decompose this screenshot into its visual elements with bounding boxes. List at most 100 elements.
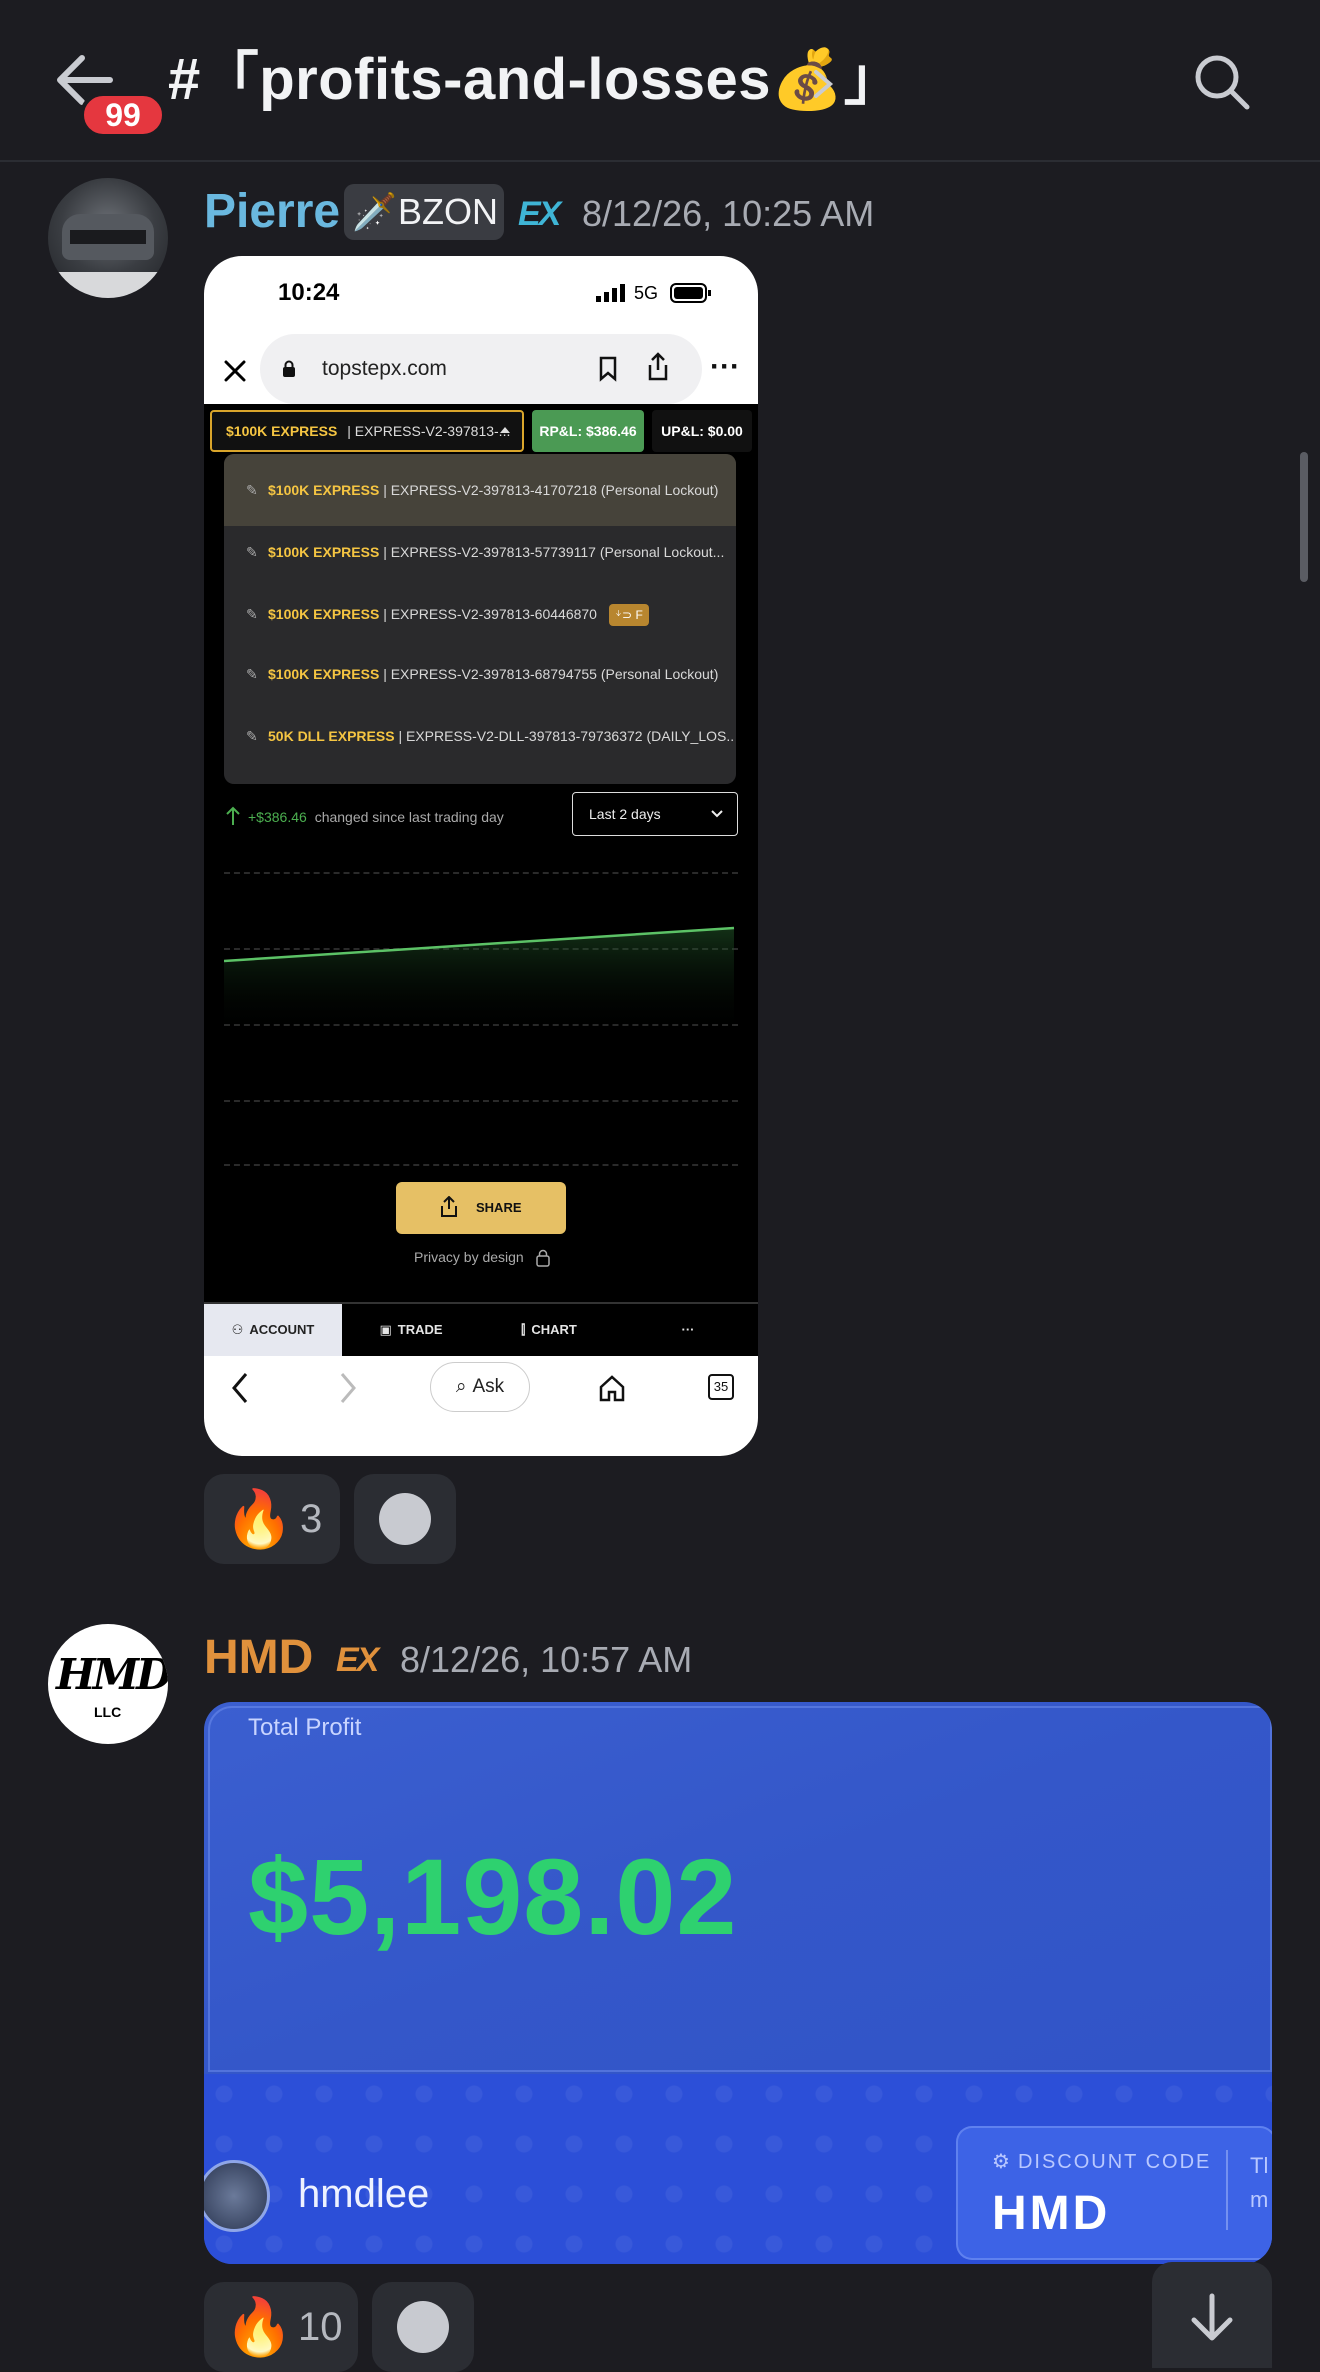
change-value: +$386.46 — [248, 809, 307, 825]
upl-badge: UP&L: $0.00 — [652, 410, 752, 452]
timestamp: 8/12/26, 10:57 AM — [400, 1639, 693, 1680]
browser-forward-icon[interactable] — [338, 1372, 358, 1404]
browser-back-icon[interactable] — [230, 1372, 250, 1404]
edit-icon: ✎ — [246, 666, 258, 682]
dropdown-item[interactable]: ✎ $100K EXPRESS | EXPRESS-V2-397813-60446… — [224, 584, 734, 644]
person-icon: ⚇ — [231, 1322, 244, 1337]
ask-icon: ⌕ — [455, 1376, 467, 1397]
share-button[interactable]: SHARE — [396, 1182, 566, 1234]
chevron-right-icon[interactable] — [810, 66, 836, 102]
share-label: SHARE — [476, 1200, 522, 1215]
scroll-to-bottom-button[interactable] — [1152, 2262, 1272, 2368]
discount-label: DISCOUNT CODE — [1017, 2151, 1212, 2173]
gear-icon: ⚙ — [992, 2151, 1012, 2173]
home-icon[interactable] — [598, 1374, 626, 1402]
range-select[interactable]: Last 2 days — [572, 792, 738, 836]
add-reaction-button[interactable] — [354, 1474, 456, 1564]
unread-badge: 99 — [80, 92, 166, 138]
caret-up-icon — [500, 427, 510, 433]
dropdown-item[interactable]: ✎ $100K EXPRESS | EXPRESS-V2-397813-41707… — [224, 460, 734, 520]
server-badge-icon: EX — [518, 195, 561, 233]
browser-toolbar: ⌕ Ask 35 — [204, 1356, 758, 1456]
account-selector[interactable]: $100K EXPRESS | EXPRESS-V2-397813-... — [210, 410, 524, 452]
ask-button[interactable]: ⌕ Ask — [430, 1362, 530, 1412]
bar-chart-icon: ⫿ — [521, 1322, 526, 1337]
tab-more[interactable]: ··· — [618, 1304, 758, 1356]
share-icon — [441, 1196, 457, 1217]
status-time: 10:24 — [278, 279, 340, 306]
lock-icon — [535, 1250, 550, 1268]
role-tag[interactable]: 🗡️ BZON — [344, 184, 504, 240]
fire-emoji: 🔥 — [224, 2295, 294, 2358]
scrollbar[interactable] — [1300, 452, 1308, 582]
dropdown-item[interactable]: ✎ $100K EXPRESS | EXPRESS-V2-397813-68794… — [224, 644, 734, 704]
reaction-fire[interactable]: 🔥 3 — [204, 1474, 340, 1564]
channel-header: 99 #「profits-and-losses💰」 — [0, 0, 1320, 162]
tab-chart[interactable]: ⫿ CHART — [480, 1304, 618, 1356]
add-reaction-button[interactable] — [372, 2282, 474, 2372]
avatar-hmd[interactable]: HMD LLC — [48, 1624, 168, 1744]
channel-name[interactable]: #「profits-and-losses💰」 — [168, 44, 902, 116]
cut-text: Tl — [1250, 2153, 1269, 2178]
server-badge-icon: EX — [336, 1641, 379, 1679]
edit-icon: ✎ — [246, 482, 258, 498]
network-label: 5G — [634, 283, 659, 303]
tabs-count-icon[interactable]: 35 — [708, 1374, 734, 1400]
close-icon[interactable] — [220, 356, 250, 386]
user-avatar — [204, 2160, 270, 2232]
hmd-logo-llc: LLC — [94, 1704, 122, 1720]
fire-emoji: 🔥 — [224, 1487, 294, 1550]
pnl-line-chart — [224, 926, 735, 1036]
card-label: Total Profit — [248, 1714, 362, 1741]
url-bar[interactable]: topstepx.com — [260, 334, 702, 404]
chevron-down-icon — [711, 810, 723, 818]
lock-icon — [283, 360, 295, 377]
dropdown-item[interactable]: ✎ 50K DLL EXPRESS | EXPRESS-V2-DLL-397813… — [224, 706, 734, 766]
account-selected-id: | EXPRESS-V2-397813-... — [347, 423, 511, 439]
more-options-icon[interactable]: ··· — [710, 352, 740, 382]
chart-gridline — [224, 872, 738, 874]
arrow-down-icon — [1191, 2293, 1233, 2341]
edit-icon: ✎ — [246, 728, 258, 744]
arrow-up-icon — [226, 806, 240, 825]
reaction-count: 3 — [300, 1497, 323, 1541]
discount-box: ⚙ DISCOUNT CODE HMD Tl m — [956, 2126, 1272, 2260]
avatar-pierre[interactable] — [48, 178, 168, 298]
attachment-profit-card[interactable]: Total Profit $5,198.02 hmdlee ⚙ DISCOUNT … — [204, 1702, 1272, 2264]
privacy-text: Privacy by design — [414, 1249, 524, 1265]
reaction-count: 10 — [298, 2305, 343, 2349]
search-icon[interactable] — [1192, 52, 1252, 112]
hmd-logo: HMD — [56, 1650, 168, 1699]
attachment-screenshot[interactable]: 10:24 5G topstepx.com ··· $100K EXPRESS … — [204, 256, 758, 1456]
edit-icon: ✎ — [246, 606, 258, 622]
status-chip: ᛎ⊃ F — [608, 604, 649, 626]
tab-trade[interactable]: ▣ TRADE — [342, 1304, 480, 1356]
battery-icon — [670, 283, 711, 303]
wallet-icon: ▣ — [379, 1322, 392, 1337]
timestamp: 8/12/26, 10:25 AM — [582, 193, 875, 234]
url-text: topstepx.com — [322, 357, 447, 380]
account-dropdown[interactable]: ✎ $100K EXPRESS | EXPRESS-V2-397813-41707… — [224, 454, 736, 784]
chart-gridline — [224, 1164, 738, 1166]
signal-icon — [596, 284, 625, 302]
tab-account[interactable]: ⚇ ACCOUNT — [204, 1304, 342, 1356]
reaction-fire[interactable]: 🔥 10 — [204, 2282, 358, 2372]
username-pierre[interactable]: Pierre — [204, 182, 340, 242]
smiley-icon — [397, 2301, 449, 2353]
account-selected-name: $100K EXPRESS — [226, 423, 338, 439]
bookmark-icon[interactable] — [598, 356, 618, 382]
chart-gridline — [224, 1100, 738, 1102]
edit-icon: ✎ — [246, 544, 258, 560]
dropdown-item[interactable]: ✎ $100K EXPRESS | EXPRESS-V2-397813-57739… — [224, 522, 734, 582]
smiley-icon — [379, 1493, 431, 1545]
username-hmd[interactable]: HMD — [204, 1628, 313, 1688]
card-username: hmdlee — [298, 2172, 430, 2216]
app-tab-bar: ⚇ ACCOUNT ▣ TRADE ⫿ CHART ··· — [204, 1302, 758, 1356]
cut-text: m — [1250, 2187, 1269, 2212]
discount-code: HMD — [992, 2187, 1111, 2240]
change-text: changed since last trading day — [314, 809, 504, 825]
share-icon[interactable] — [646, 352, 670, 382]
profit-amount: $5,198.02 — [248, 1836, 738, 1957]
sword-emoji: 🗡️ — [352, 191, 397, 232]
range-select-value: Last 2 days — [589, 806, 661, 822]
